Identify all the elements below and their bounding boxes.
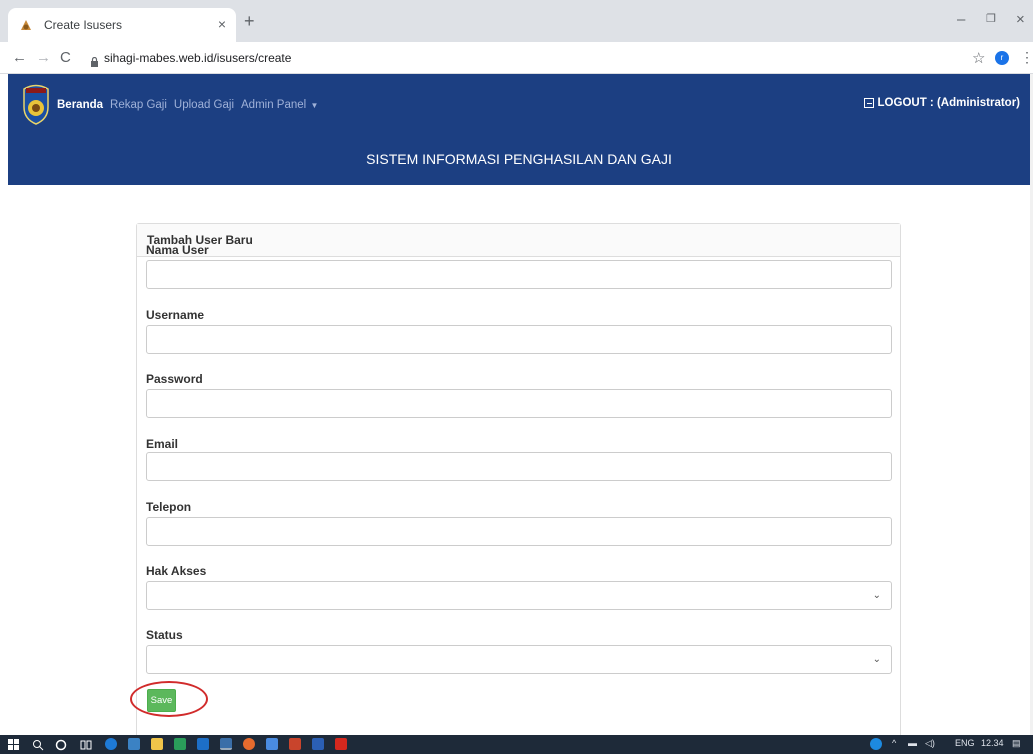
profile-avatar[interactable]: r [995,51,1009,65]
notifications-icon[interactable]: ▤ [1012,738,1021,749]
reload-icon[interactable]: C [60,49,71,66]
add-user-panel: Tambah User Baru Nama User Username Pass… [136,223,901,754]
logout-label: LOGOUT : (Administrator) [877,97,1020,109]
new-tab-button[interactable]: + [244,12,255,30]
main-nav: Beranda Rekap Gaji Upload Gaji Admin Pan… [57,99,318,111]
email-input[interactable] [146,452,892,481]
edge-icon[interactable] [105,738,117,750]
store-icon[interactable] [128,738,140,750]
site-favicon-icon [18,17,34,33]
app-header: Beranda Rekap Gaji Upload Gaji Admin Pan… [8,74,1030,185]
username-input[interactable] [146,325,892,354]
back-arrow-icon[interactable]: ← [12,49,27,66]
tab-close-icon[interactable]: × [218,16,226,32]
mail-icon[interactable] [197,738,209,750]
telepon-label: Telepon [146,500,192,514]
maximize-button[interactable]: ❐ [986,12,996,25]
hak-akses-label: Hak Akses [146,564,207,578]
url-field[interactable]: sihagi-mabes.web.id/isusers/create [104,51,291,65]
address-bar: ← → C sihagi-mabes.web.id/isusers/create… [0,42,1033,74]
app-blue-icon[interactable] [266,738,278,750]
firefox-icon[interactable] [243,738,255,750]
nama-user-input[interactable] [146,260,892,289]
tray-chevron-icon[interactable]: ^ [892,738,896,748]
help-icon[interactable] [870,738,882,750]
minimize-button[interactable]: – [957,11,965,28]
nama-user-label: Nama User [146,243,209,257]
caret-down-icon: ▼ [308,101,319,110]
task-view-icon[interactable] [80,738,92,750]
highlight-circle [130,681,208,717]
password-input[interactable] [146,389,892,418]
nav-admin-panel[interactable]: Admin Panel ▼ [241,99,318,111]
chevron-down-icon: ⌄ [872,654,881,665]
logout-icon [863,98,874,108]
lock-icon [90,54,99,67]
file-explorer-icon[interactable] [151,738,163,750]
nav-upload-gaji[interactable]: Upload Gaji [174,99,234,111]
word-icon[interactable] [312,738,324,750]
nav-beranda[interactable]: Beranda [57,99,103,111]
language-indicator[interactable]: ENG [955,738,975,748]
status-label: Status [146,628,183,642]
windows-taskbar: ^ ▬ ◁) ENG 12.34 ▤ [0,735,1033,754]
acrobat-icon[interactable] [335,738,347,750]
forward-arrow-icon[interactable]: → [36,49,51,66]
app-green-icon[interactable] [174,738,186,750]
nav-admin-panel-label: Admin Panel [241,99,307,111]
cortana-icon[interactable] [55,738,67,751]
tab-title: Create Isusers [44,18,123,32]
windows-start-icon[interactable] [8,738,20,750]
bookmark-star-icon[interactable]: ☆ [972,49,985,67]
status-select[interactable]: ⌄ [146,645,892,674]
browser-tab-strip: Create Isusers × + – ❐ × [0,0,1033,42]
network-icon[interactable]: ▬ [908,738,917,748]
panel-title: Tambah User Baru [137,224,900,257]
app-title: SISTEM INFORMASI PENGHASILAN DAN GAJI [366,151,672,167]
clock[interactable]: 12.34 [981,738,1004,748]
chrome-icon[interactable] [220,738,232,750]
logout-link[interactable]: LOGOUT : (Administrator) [863,97,1020,109]
password-label: Password [146,372,203,386]
username-label: Username [146,308,205,322]
nav-rekap-gaji[interactable]: Rekap Gaji [110,99,167,111]
hak-akses-select[interactable]: ⌄ [146,581,892,610]
email-label: Email [146,437,179,451]
telepon-input[interactable] [146,517,892,546]
chevron-down-icon: ⌄ [872,590,881,601]
search-icon[interactable] [32,738,44,751]
browser-menu-icon[interactable]: ⋮ [1020,49,1033,66]
volume-icon[interactable]: ◁) [925,738,935,749]
emblem-logo-icon[interactable] [20,83,52,125]
window-close-button[interactable]: × [1016,11,1025,28]
powerpoint-icon[interactable] [289,738,301,750]
browser-tab[interactable]: Create Isusers × [8,8,236,42]
